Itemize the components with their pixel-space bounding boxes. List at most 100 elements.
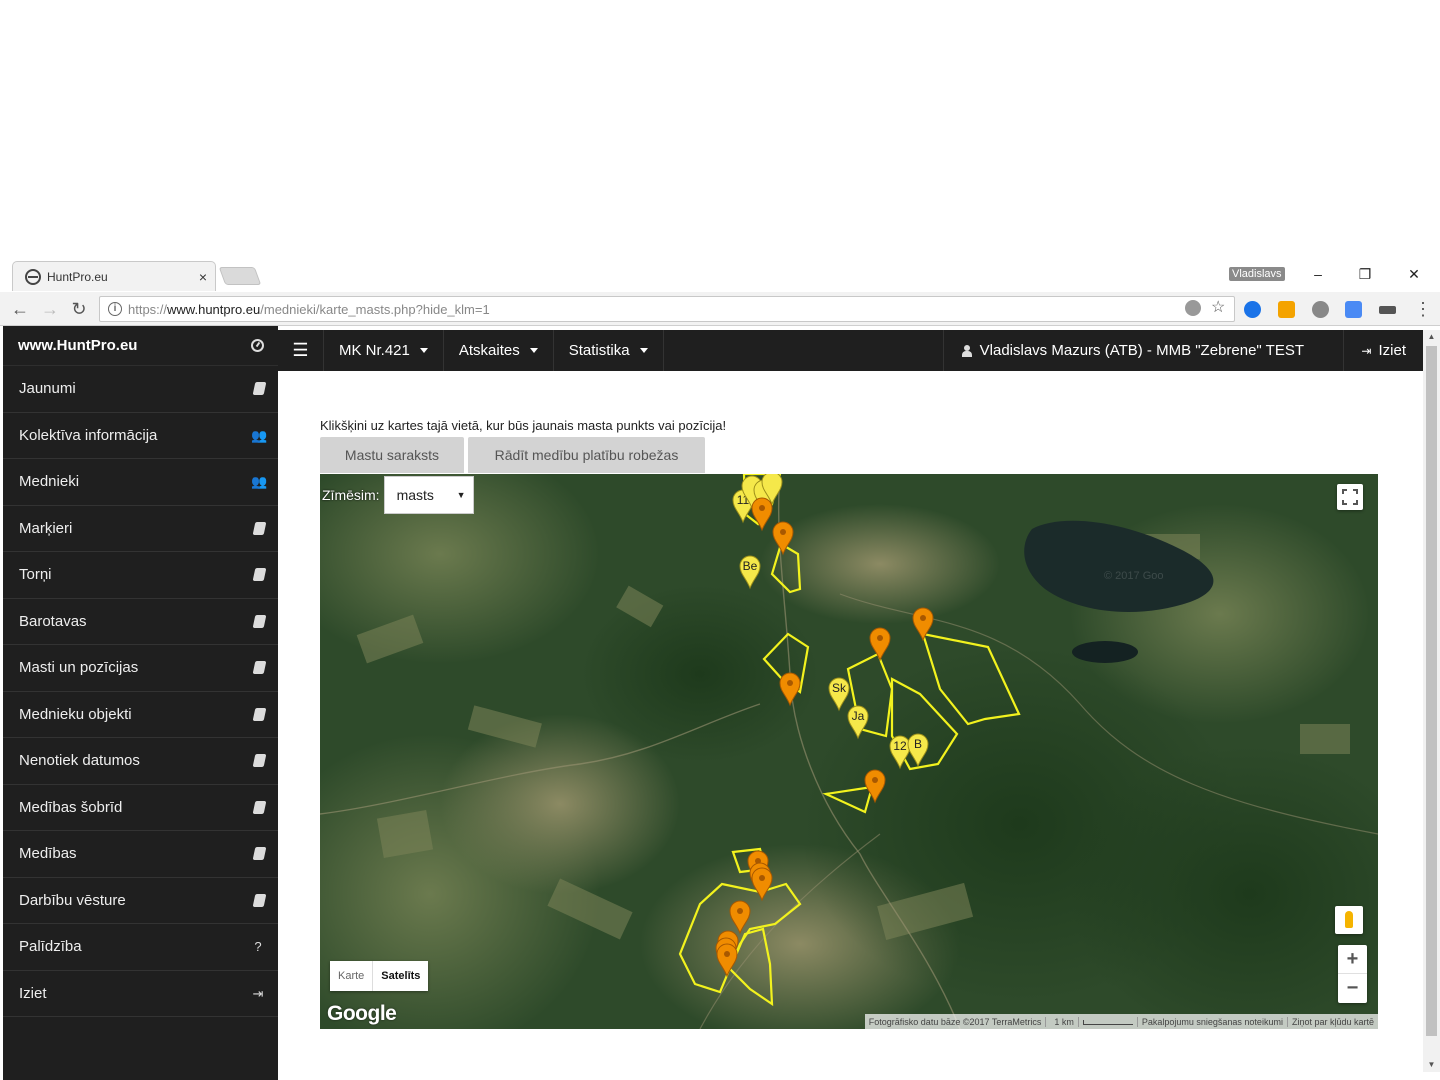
logout-icon: ⇥ bbox=[1361, 343, 1372, 358]
google-logo: Google bbox=[327, 1002, 397, 1025]
scroll-up-arrow-icon[interactable]: ▲ bbox=[1423, 330, 1440, 344]
satellite-map[interactable]: 11 Be Sk Ja 12 B © 2017 Goo Zīmēsim: masts ▼ … bbox=[320, 474, 1378, 1029]
extension-plus-icon[interactable] bbox=[1244, 301, 1261, 318]
book-icon bbox=[252, 661, 267, 675]
sidebar-item-10[interactable]: Medības bbox=[3, 831, 278, 878]
orange-marker-icon[interactable] bbox=[751, 867, 773, 902]
sidebar-item-0[interactable]: Jaunumi bbox=[3, 366, 278, 413]
user-icon bbox=[961, 344, 972, 357]
sidebar-item-1[interactable]: Kolektīva informācija 👥 bbox=[3, 413, 278, 459]
nav-dropdown-mk[interactable]: MK Nr.421 bbox=[324, 330, 444, 371]
tab-mast-list[interactable]: Mastu saraksts bbox=[320, 437, 464, 473]
yellow-marker-icon[interactable]: Ja bbox=[847, 705, 869, 740]
tab-show-boundaries[interactable]: Rādīt medību platību robežas bbox=[468, 437, 705, 473]
reload-button[interactable]: ↻ bbox=[68, 298, 90, 320]
address-bar[interactable]: i https:// www.huntpro.eu /mednieki/kart… bbox=[99, 296, 1235, 322]
profile-button[interactable]: Vladislavs bbox=[1229, 267, 1285, 281]
nav-dropdown-reports[interactable]: Atskaites bbox=[444, 330, 554, 371]
scroll-down-arrow-icon[interactable]: ▼ bbox=[1423, 1058, 1440, 1072]
users-icon: 👥 bbox=[251, 474, 268, 490]
yellow-marker-icon[interactable]: Be bbox=[739, 555, 761, 590]
extension-orange-icon[interactable] bbox=[1278, 301, 1295, 318]
minimize-button[interactable]: – bbox=[1306, 263, 1330, 285]
yellow-marker-icon[interactable]: B bbox=[907, 733, 929, 768]
orange-marker-icon[interactable] bbox=[729, 900, 751, 935]
extension-globe-icon[interactable] bbox=[1312, 301, 1329, 318]
zoom-in-button[interactable]: + bbox=[1338, 945, 1367, 974]
new-tab-button[interactable] bbox=[218, 267, 262, 285]
draw-type-value: masts bbox=[396, 487, 434, 503]
caret-down-icon bbox=[419, 348, 428, 353]
orange-marker-icon[interactable] bbox=[912, 607, 934, 642]
sidebar-item-12[interactable]: Palīdzība? bbox=[3, 924, 278, 971]
sidebar-item-8[interactable]: Nenotiek datumos bbox=[3, 738, 278, 785]
orange-marker-icon[interactable] bbox=[751, 497, 773, 532]
orange-marker-icon[interactable] bbox=[869, 627, 891, 662]
sidebar-item-6[interactable]: Masti un pozīcijas bbox=[3, 645, 278, 692]
sidebar-item-2[interactable]: Mednieki 👥 bbox=[3, 459, 278, 506]
book-icon bbox=[252, 382, 267, 396]
sidebar-item-9[interactable]: Medības šobrīd bbox=[3, 785, 278, 831]
terms-link[interactable]: Pakalpojumu sniegšanas noteikumi bbox=[1138, 1016, 1288, 1027]
sidebar-item-3[interactable]: Marķieri bbox=[3, 506, 278, 552]
forward-button[interactable]: → bbox=[39, 298, 61, 320]
sidebar-item-5[interactable]: Barotavas bbox=[3, 599, 278, 645]
sidebar-item-label: Marķieri bbox=[19, 519, 73, 537]
sidebar-item-13[interactable]: Iziet ⇥ bbox=[3, 971, 278, 1017]
report-error-link[interactable]: Ziņot par kļūdu kartē bbox=[1288, 1017, 1378, 1027]
sidebar-brand[interactable]: www.HuntPro.eu bbox=[3, 326, 278, 366]
yellow-marker-icon[interactable]: Sk bbox=[828, 677, 850, 712]
nav-dropdown-statistics[interactable]: Statistika bbox=[554, 330, 664, 371]
sidebar-item-label: Mednieki bbox=[19, 473, 80, 491]
browser-tab[interactable]: HuntPro.eu × bbox=[12, 261, 216, 291]
nav-user[interactable]: Vladislavs Mazurs (ATB) - MMB "Zebrene" … bbox=[942, 330, 1322, 371]
map-type-map-button[interactable]: Karte bbox=[330, 961, 372, 991]
page-scrollbar[interactable]: ▲ ▼ bbox=[1423, 330, 1440, 1072]
back-button[interactable]: ← bbox=[9, 298, 31, 320]
top-navbar: ☰ MK Nr.421 Atskaites Statistika Vladisl… bbox=[278, 330, 1423, 371]
bookmark-star-icon[interactable]: ☆ bbox=[1211, 300, 1227, 316]
map-type-satellite-button[interactable]: Satelīts bbox=[372, 961, 428, 991]
map-markers[interactable]: 11BeSkJa12 B bbox=[320, 474, 1378, 1029]
extension-mini-icon[interactable] bbox=[1379, 306, 1396, 314]
fullscreen-button[interactable] bbox=[1337, 484, 1363, 510]
map-type-control: Karte Satelīts bbox=[330, 961, 429, 991]
sidebar-item-label: Darbību vēsture bbox=[19, 891, 126, 909]
sidebar-item-label: Medības šobrīd bbox=[19, 798, 123, 816]
marker-label: 12 bbox=[893, 739, 907, 753]
info-icon[interactable]: i bbox=[108, 302, 122, 316]
fullscreen-icon bbox=[1342, 489, 1358, 505]
scrollbar-thumb[interactable] bbox=[1426, 346, 1437, 1036]
zoom-control: + − bbox=[1338, 945, 1367, 1003]
scale-indicator[interactable]: 1 km bbox=[1046, 1016, 1138, 1027]
book-icon bbox=[252, 800, 267, 814]
draw-type-select[interactable]: masts ▼ bbox=[383, 476, 474, 514]
yellow-marker-icon[interactable]: 12 bbox=[889, 735, 911, 770]
caret-down-icon bbox=[639, 348, 648, 353]
window-close-button[interactable]: ✕ bbox=[1402, 263, 1426, 285]
book-icon bbox=[252, 754, 267, 768]
book-icon bbox=[252, 614, 267, 628]
marker-label: B bbox=[914, 737, 922, 751]
orange-marker-icon[interactable] bbox=[779, 672, 801, 707]
orange-marker-icon[interactable] bbox=[716, 943, 738, 978]
browser-menu-button[interactable]: ⋮ bbox=[1412, 298, 1434, 320]
orange-marker-icon[interactable] bbox=[864, 769, 886, 804]
zoom-out-button[interactable]: − bbox=[1338, 974, 1367, 1003]
nav-user-label: Vladislavs Mazurs (ATB) - MMB "Zebrene" … bbox=[979, 342, 1304, 359]
street-view-button[interactable] bbox=[1335, 906, 1363, 934]
sidebar-item-label: Torņi bbox=[19, 566, 52, 584]
sidebar-item-4[interactable]: Torņi bbox=[3, 552, 278, 599]
scale-label: 1 km bbox=[1050, 1016, 1079, 1027]
sidebar-item-11[interactable]: Darbību vēsture bbox=[3, 878, 278, 924]
users-icon: 👥 bbox=[251, 427, 268, 443]
nav-logout[interactable]: ⇥ Iziet bbox=[1343, 330, 1423, 371]
dashboard-icon bbox=[251, 339, 264, 352]
hamburger-menu-icon[interactable]: ☰ bbox=[278, 330, 324, 371]
sidebar-item-7[interactable]: Mednieku objekti bbox=[3, 692, 278, 738]
translate-icon[interactable] bbox=[1345, 301, 1362, 318]
orange-marker-icon[interactable] bbox=[772, 521, 794, 556]
blocked-content-icon[interactable] bbox=[1185, 300, 1201, 316]
restore-button[interactable]: ❐ bbox=[1353, 263, 1377, 285]
tab-close-button[interactable]: × bbox=[199, 269, 207, 285]
